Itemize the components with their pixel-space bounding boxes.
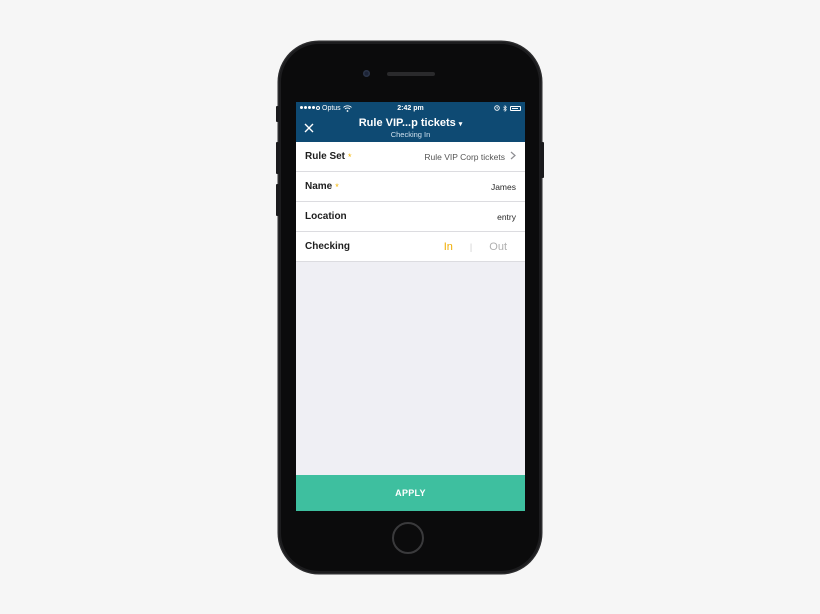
chevron-down-icon: ▾ [458,121,463,128]
battery-icon [510,105,521,111]
location-value[interactable]: entry [497,212,516,222]
home-button[interactable] [392,522,424,554]
checking-label: Checking [305,241,351,252]
phone-frame: Optus 2:42 pm Rule VIP...p tickets ▾ Che… [276,42,544,573]
rule-set-label: Rule Set [305,151,346,162]
location-row[interactable]: Location entry [296,202,525,232]
status-bar: Optus 2:42 pm [296,102,525,114]
earpiece-speaker [387,72,435,76]
checking-in-option[interactable]: In [444,241,453,253]
name-value[interactable]: James [491,182,516,192]
checking-row: Checking In | Out [296,232,525,262]
required-asterisk: * [335,181,339,192]
power-button [541,142,544,178]
checking-out-option[interactable]: Out [489,241,507,253]
name-row[interactable]: Name * James [296,172,525,202]
checking-toggle: In | Out [444,241,516,253]
toggle-divider: | [469,241,473,252]
chevron-right-icon [510,151,516,163]
volume-down-button [276,184,279,216]
front-camera [363,70,370,77]
location-label: Location [305,211,347,222]
nav-bar: Rule VIP...p tickets ▾ Checking In [296,114,525,142]
apply-button[interactable]: APPLY [296,475,525,511]
name-label: Name [305,181,333,192]
page-subtitle: Checking In [390,130,431,139]
status-time: 2:42 pm [397,104,424,112]
rule-set-row[interactable]: Rule Set * Rule VIP Corp tickets [296,142,525,172]
close-icon[interactable] [304,121,314,135]
rule-set-value: Rule VIP Corp tickets [424,151,505,162]
volume-up-button [276,142,279,174]
mute-switch [276,106,279,122]
required-asterisk: * [348,151,352,162]
app-screen: Optus 2:42 pm Rule VIP...p tickets ▾ Che… [296,102,525,511]
page-title: Rule VIP...p tickets [358,117,456,129]
page-title-dropdown[interactable]: Rule VIP...p tickets ▾ [296,114,525,129]
